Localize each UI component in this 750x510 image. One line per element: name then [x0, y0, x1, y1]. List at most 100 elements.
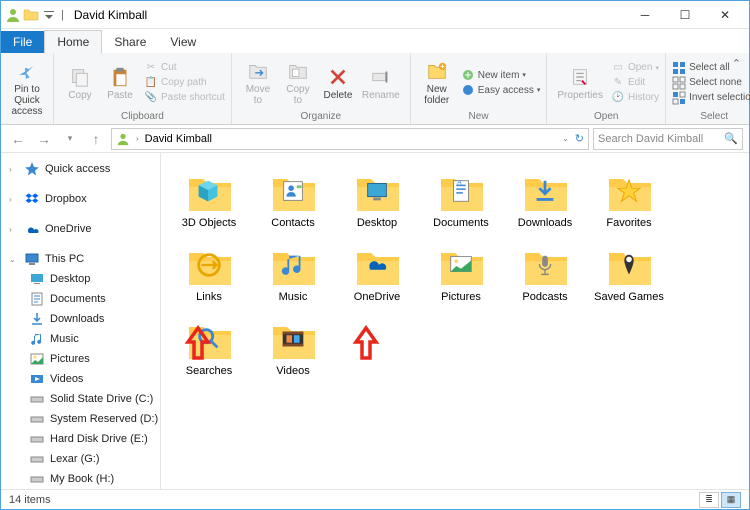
move-to-button[interactable]: Move to [238, 55, 278, 110]
nav-onedrive[interactable]: ›OneDrive [1, 219, 160, 239]
collapse-ribbon-icon[interactable]: ⌃ [732, 57, 741, 70]
folder-icon [267, 167, 319, 215]
nav-quick-access[interactable]: ›Quick access [1, 159, 160, 179]
address-bar[interactable]: › David Kimball ⌄ ↻ [111, 128, 589, 150]
address-dropdown-icon[interactable]: ⌄ [560, 134, 571, 143]
folder-item[interactable]: Pictures [421, 237, 501, 307]
nav-ssd[interactable]: Solid State Drive (C:) [1, 389, 160, 409]
folder-icon [267, 315, 319, 363]
cut-button[interactable]: ✂Cut [144, 61, 225, 75]
folder-label: Downloads [518, 217, 572, 229]
folder-icon [351, 167, 403, 215]
breadcrumb-current[interactable]: David Kimball [145, 133, 212, 145]
navigation-bar: ← → ▾ ↑ › David Kimball ⌄ ↻ Search David… [1, 125, 749, 153]
folder-label: Favorites [606, 217, 651, 229]
select-none-button[interactable]: Select none [672, 76, 750, 90]
folder-icon [183, 167, 235, 215]
copy-to-button[interactable]: Copy to [278, 55, 318, 110]
ribbon: ⌃ Pin to Quick access Copy Paste ✂Cut 📋C… [1, 53, 749, 125]
paste-shortcut-button[interactable]: 📎Paste shortcut [144, 91, 225, 105]
folder-item[interactable]: Documents [421, 163, 501, 233]
folder-view[interactable]: 3D Objects Contacts Desktop Documents Do… [161, 153, 749, 489]
folder-item[interactable]: Podcasts [505, 237, 585, 307]
nav-music[interactable]: Music [1, 329, 160, 349]
select-group-label: Select [672, 110, 750, 124]
folder-label: Videos [276, 365, 309, 377]
folder-label: Searches [186, 365, 232, 377]
up-button[interactable]: ↑ [85, 128, 107, 150]
qat-dropdown-icon[interactable] [41, 7, 57, 23]
folder-label: Podcasts [522, 291, 567, 303]
recent-locations-button[interactable]: ▾ [59, 128, 81, 150]
delete-button[interactable]: Delete [318, 55, 358, 110]
folder-item[interactable]: Desktop [337, 163, 417, 233]
nav-dropbox[interactable]: ›Dropbox [1, 189, 160, 209]
nav-videos[interactable]: Videos [1, 369, 160, 389]
chevron-right-icon[interactable]: › [134, 134, 141, 143]
history-button[interactable]: 🕑History [611, 91, 659, 105]
properties-button[interactable]: Properties [553, 55, 607, 110]
navigation-pane: ›Quick access ›Dropbox ›OneDrive ⌄This P… [1, 153, 161, 489]
search-input[interactable]: Search David Kimball 🔍 [593, 128, 743, 150]
minimize-button[interactable]: ─ [625, 2, 665, 28]
details-view-button[interactable]: ≣ [699, 492, 719, 508]
folder-item[interactable]: 3D Objects [169, 163, 249, 233]
item-count: 14 items [9, 494, 51, 506]
nav-sysres[interactable]: System Reserved (D:) [1, 409, 160, 429]
easy-access-button[interactable]: Easy access ▾ [461, 83, 541, 97]
folder-label: Music [279, 291, 308, 303]
folder-item[interactable]: Videos [253, 311, 333, 381]
folder-item[interactable]: Saved Games [589, 237, 669, 307]
user-icon [5, 7, 21, 23]
nav-desktop[interactable]: Desktop [1, 269, 160, 289]
nav-documents[interactable]: Documents [1, 289, 160, 309]
folder-item[interactable]: Downloads [505, 163, 585, 233]
nav-pictures[interactable]: Pictures [1, 349, 160, 369]
nav-mybook[interactable]: My Book (H:) [1, 469, 160, 489]
new-item-button[interactable]: New item ▾ [461, 68, 541, 82]
forward-button[interactable]: → [33, 128, 55, 150]
close-button[interactable]: ✕ [705, 2, 745, 28]
folder-icon [603, 241, 655, 289]
maximize-button[interactable]: ☐ [665, 2, 705, 28]
edit-button[interactable]: ✎Edit [611, 76, 659, 90]
folder-label: Saved Games [594, 291, 664, 303]
pin-to-quick-access-button[interactable]: Pin to Quick access [7, 55, 47, 121]
window-title: David Kimball [74, 8, 147, 22]
back-button[interactable]: ← [7, 128, 29, 150]
title-bar: | David Kimball ─ ☐ ✕ [1, 1, 749, 29]
folder-item[interactable]: Contacts [253, 163, 333, 233]
refresh-icon[interactable]: ↻ [575, 132, 584, 145]
invert-selection-button[interactable]: Invert selection [672, 91, 750, 105]
qat-separator: | [61, 9, 64, 21]
clipboard-group-label: Clipboard [60, 110, 225, 124]
tab-home[interactable]: Home [44, 30, 102, 53]
nav-this-pc[interactable]: ⌄This PC [1, 249, 160, 269]
status-bar: 14 items ≣ ▦ [1, 489, 749, 509]
nav-hdd[interactable]: Hard Disk Drive (E:) [1, 429, 160, 449]
copy-button[interactable]: Copy [60, 55, 100, 110]
tab-share[interactable]: Share [102, 31, 158, 53]
copy-path-button[interactable]: 📋Copy path [144, 76, 225, 90]
icons-view-button[interactable]: ▦ [721, 492, 741, 508]
ribbon-tabs: File Home Share View [1, 29, 749, 53]
folder-item[interactable]: Links [169, 237, 249, 307]
folder-item[interactable]: Music [253, 237, 333, 307]
folder-icon [351, 241, 403, 289]
open-button[interactable]: ▭Open ▾ [611, 61, 659, 75]
search-icon: 🔍 [724, 132, 738, 145]
folder-item[interactable]: Favorites [589, 163, 669, 233]
paste-button[interactable]: Paste [100, 55, 140, 110]
folder-item[interactable]: OneDrive [337, 237, 417, 307]
tab-file[interactable]: File [1, 31, 44, 53]
nav-lexar[interactable]: Lexar (G:) [1, 449, 160, 469]
open-group-label: Open [553, 110, 659, 124]
nav-downloads[interactable]: Downloads [1, 309, 160, 329]
folder-label: 3D Objects [182, 217, 236, 229]
tab-view[interactable]: View [158, 31, 208, 53]
new-folder-button[interactable]: New folder [417, 55, 457, 110]
folder-icon [603, 167, 655, 215]
folder-label: Documents [433, 217, 489, 229]
folder-label: Contacts [271, 217, 314, 229]
rename-button[interactable]: Rename [358, 55, 404, 110]
